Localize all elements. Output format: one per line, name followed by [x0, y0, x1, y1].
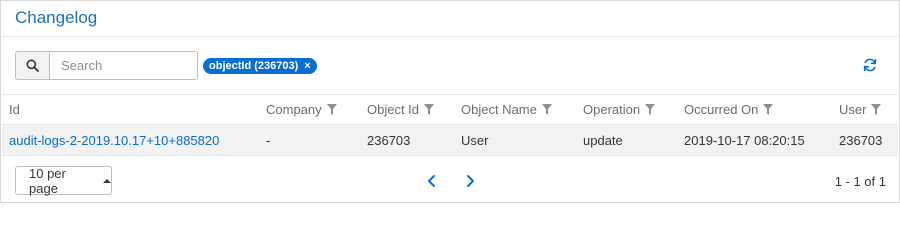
changelog-table: Id Company Object Id Object Name Operati…: [2, 94, 898, 156]
changelog-panel: Changelog objectId (236703) × Id Company: [0, 0, 900, 203]
column-header-user[interactable]: User: [839, 95, 882, 124]
column-label: Operation: [583, 102, 641, 117]
table-row[interactable]: audit-logs-2-2019.10.17+10+885820 - 2367…: [2, 125, 898, 156]
chevron-right-icon[interactable]: [463, 173, 477, 189]
row-occurred-on: 2019-10-17 08:20:15: [684, 132, 805, 148]
filter-icon[interactable]: [645, 104, 656, 115]
search-group: [15, 51, 198, 80]
table-header: Id Company Object Id Object Name Operati…: [2, 94, 898, 125]
column-header-object-id[interactable]: Object Id: [367, 95, 435, 124]
divider: [2, 36, 898, 37]
pagination-range: 1 - 1 of 1: [834, 174, 886, 189]
column-label: Object Id: [367, 102, 420, 117]
column-label: Object Name: [461, 102, 537, 117]
filter-icon[interactable]: [763, 104, 774, 115]
refresh-icon[interactable]: [862, 57, 878, 73]
page-size-select[interactable]: 10 per page: [15, 165, 112, 196]
page-size-label: 10 per page: [29, 165, 66, 196]
close-icon[interactable]: ×: [304, 60, 310, 72]
filter-chip-label: objectId (236703): [209, 60, 299, 72]
column-header-occurred-on[interactable]: Occurred On: [684, 95, 774, 124]
row-company: -: [266, 132, 271, 148]
column-label: User: [839, 102, 867, 117]
row-id-link[interactable]: audit-logs-2-2019.10.17+10+885820: [9, 125, 219, 155]
page-title: Changelog: [15, 8, 98, 27]
column-header-company[interactable]: Company: [266, 95, 337, 124]
row-user: 236703: [839, 132, 883, 148]
column-label: Occurred On: [684, 102, 759, 117]
row-operation: update: [583, 132, 623, 148]
caret-up-icon: [103, 178, 111, 183]
filter-icon[interactable]: [424, 104, 435, 115]
filter-icon[interactable]: [541, 104, 552, 115]
search-icon: [26, 59, 39, 72]
filter-icon[interactable]: [326, 104, 337, 115]
search-input[interactable]: [49, 51, 198, 80]
filter-icon[interactable]: [871, 104, 882, 115]
column-header-id[interactable]: Id: [9, 95, 20, 124]
column-header-operation[interactable]: Operation: [583, 95, 656, 124]
search-button[interactable]: [15, 51, 49, 80]
row-object-id: 236703: [367, 132, 411, 148]
row-object-name: User: [461, 132, 489, 148]
chevron-left-icon[interactable]: [425, 173, 439, 189]
column-label: Id: [9, 102, 20, 117]
column-label: Company: [266, 102, 322, 117]
column-header-object-name[interactable]: Object Name: [461, 95, 552, 124]
filter-chip: objectId (236703) ×: [203, 58, 317, 74]
